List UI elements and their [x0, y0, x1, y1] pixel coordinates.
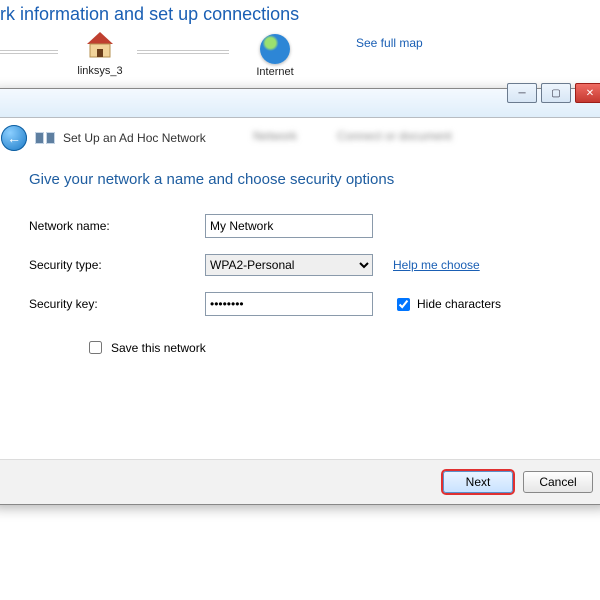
adhoc-icon	[35, 132, 55, 144]
titlebar: ─ ▢ ✕	[0, 89, 600, 118]
node-router[interactable]: linksys_3	[70, 30, 130, 77]
arrow-left-icon: ←	[7, 130, 21, 146]
back-button[interactable]: ←	[1, 125, 27, 151]
see-full-map-link[interactable]: See full map	[356, 36, 423, 50]
blurred-background-text: NetworkConnect or document	[253, 121, 600, 151]
help-me-choose-link[interactable]: Help me choose	[393, 258, 480, 272]
security-type-label: Security type:	[29, 258, 205, 272]
save-network-label: Save this network	[111, 341, 206, 355]
network-center-heading: rk information and set up connections	[0, 4, 299, 25]
wizard-heading: Give your network a name and choose secu…	[29, 171, 577, 188]
node-router-label: linksys_3	[70, 65, 130, 77]
save-network-checkbox[interactable]	[89, 341, 102, 354]
maximize-button[interactable]: ▢	[541, 83, 571, 103]
cancel-button[interactable]: Cancel	[523, 471, 593, 493]
next-button[interactable]: Next	[443, 471, 513, 493]
security-key-input[interactable]	[205, 292, 373, 316]
close-button[interactable]: ✕	[575, 83, 600, 103]
minimize-button[interactable]: ─	[507, 83, 537, 103]
house-icon	[83, 30, 117, 60]
hide-characters-checkbox[interactable]	[397, 298, 410, 311]
wizard-footer: Next Cancel	[0, 459, 600, 504]
network-map-row: linksys_3 Internet See full map	[0, 30, 600, 85]
wizard-title: Set Up an Ad Hoc Network	[63, 131, 206, 145]
node-internet-label: Internet	[245, 66, 305, 78]
security-key-label: Security key:	[29, 297, 205, 311]
globe-icon	[260, 34, 290, 64]
hide-characters-label: Hide characters	[417, 297, 501, 311]
network-name-input[interactable]	[205, 214, 373, 238]
security-type-select[interactable]: WPA2-Personal	[205, 254, 373, 276]
network-name-label: Network name:	[29, 219, 205, 233]
adhoc-wizard-window: ─ ▢ ✕ NetworkConnect or document ← Set U…	[0, 88, 600, 505]
node-internet[interactable]: Internet	[245, 30, 305, 78]
